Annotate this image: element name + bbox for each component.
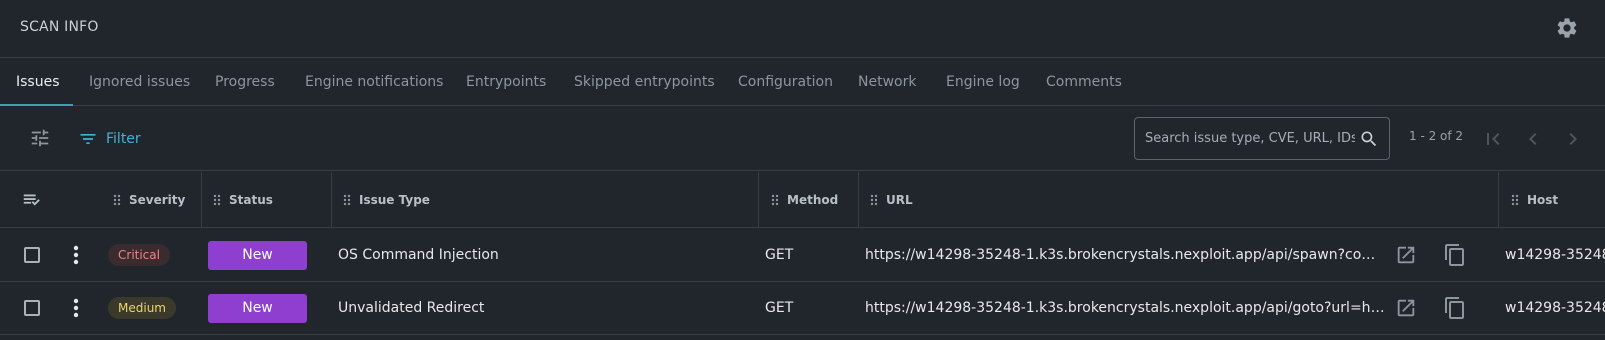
next-page-icon[interactable] xyxy=(1561,127,1585,151)
column-header-url[interactable]: URL xyxy=(870,172,913,228)
method-cell: GET xyxy=(765,247,794,263)
search-input[interactable] xyxy=(1145,118,1355,159)
first-page-icon[interactable] xyxy=(1481,127,1505,151)
scan-info-header: SCAN INFO xyxy=(0,0,1605,58)
drag-handle-icon[interactable] xyxy=(213,194,221,206)
select-all-icon[interactable] xyxy=(21,189,43,211)
search-box xyxy=(1134,117,1390,160)
tab-label: Issues xyxy=(16,74,60,90)
column-divider[interactable] xyxy=(331,172,332,228)
host-cell: w14298-35248 xyxy=(1505,300,1605,316)
table-row[interactable]: Medium New Unvalidated Redirect GET http… xyxy=(0,282,1605,335)
severity-badge: Medium xyxy=(108,297,176,319)
status-badge[interactable]: New xyxy=(208,241,307,270)
column-divider[interactable] xyxy=(858,172,859,228)
search-icon[interactable] xyxy=(1359,129,1379,149)
tab-ignored-issues[interactable]: Ignored issues xyxy=(89,58,190,106)
previous-page-icon[interactable] xyxy=(1521,127,1545,151)
column-divider[interactable] xyxy=(201,172,202,228)
url-cell[interactable]: https://w14298-35248-1.k3s.brokencrystal… xyxy=(865,282,1385,334)
more-vert-icon[interactable] xyxy=(72,243,80,267)
column-header-severity[interactable]: Severity xyxy=(113,172,185,228)
drag-handle-icon[interactable] xyxy=(771,194,779,206)
tab-configuration[interactable]: Configuration xyxy=(738,58,833,106)
gear-icon[interactable] xyxy=(1555,16,1579,40)
host-cell: w14298-35248 xyxy=(1505,247,1605,263)
page-title: SCAN INFO xyxy=(20,19,99,35)
tab-label: Engine log xyxy=(946,74,1020,90)
tab-issues[interactable]: Issues xyxy=(16,58,60,106)
method-cell: GET xyxy=(765,300,794,316)
tab-label: Configuration xyxy=(738,74,833,90)
tab-label: Engine notifications xyxy=(305,74,444,90)
column-label: Status xyxy=(229,193,273,207)
column-divider[interactable] xyxy=(758,172,759,228)
column-header-method[interactable]: Method xyxy=(771,172,838,228)
severity-badge: Critical xyxy=(108,244,170,266)
tab-label: Entrypoints xyxy=(466,74,547,90)
tab-engine-notifications[interactable]: Engine notifications xyxy=(305,58,443,106)
table-row[interactable]: Critical New OS Command Injection GET ht… xyxy=(0,229,1605,282)
issue-type-cell[interactable]: OS Command Injection xyxy=(338,229,499,281)
filter-icon xyxy=(80,134,96,144)
more-vert-icon[interactable] xyxy=(72,296,80,320)
table-header: Severity Status Issue Type Method URL Ho… xyxy=(0,172,1605,228)
drag-handle-icon[interactable] xyxy=(1511,194,1519,206)
tab-label: Ignored issues xyxy=(89,74,191,90)
copy-icon[interactable] xyxy=(1443,242,1467,268)
tab-network[interactable]: Network xyxy=(858,58,916,106)
tab-label: Network xyxy=(858,74,917,90)
open-in-new-icon[interactable] xyxy=(1395,297,1417,319)
copy-icon[interactable] xyxy=(1443,295,1467,321)
active-tab-indicator xyxy=(0,104,73,106)
column-label: Method xyxy=(787,193,839,207)
filter-button[interactable]: Filter xyxy=(78,127,141,151)
drag-handle-icon[interactable] xyxy=(870,194,878,206)
url-cell[interactable]: https://w14298-35248-1.k3s.brokencrystal… xyxy=(865,229,1385,281)
status-badge[interactable]: New xyxy=(208,294,307,323)
tune-icon[interactable] xyxy=(29,127,51,149)
tab-label: Skipped entrypoints xyxy=(574,74,715,90)
tab-skipped-entrypoints[interactable]: Skipped entrypoints xyxy=(574,58,715,106)
tab-label: Comments xyxy=(1046,74,1122,90)
column-divider[interactable] xyxy=(1498,172,1499,228)
url-text: https://w14298-35248-1.k3s.brokencrystal… xyxy=(865,247,1385,263)
tab-engine-log[interactable]: Engine log xyxy=(946,58,1020,106)
drag-handle-icon[interactable] xyxy=(343,194,351,206)
tab-progress[interactable]: Progress xyxy=(215,58,275,106)
tab-comments[interactable]: Comments xyxy=(1046,58,1122,106)
filter-label: Filter xyxy=(106,131,141,147)
column-label: Severity xyxy=(129,193,186,207)
column-header-issue-type[interactable]: Issue Type xyxy=(343,172,430,228)
tab-entrypoints[interactable]: Entrypoints xyxy=(466,58,546,106)
pagination-range: 1 - 2 of 2 xyxy=(1409,129,1464,143)
issue-type-cell[interactable]: Unvalidated Redirect xyxy=(338,282,484,334)
row-checkbox[interactable] xyxy=(24,247,40,263)
url-text: https://w14298-35248-1.k3s.brokencrystal… xyxy=(865,300,1385,316)
column-header-status[interactable]: Status xyxy=(213,172,273,228)
column-label: Issue Type xyxy=(359,193,430,207)
column-header-host[interactable]: Host xyxy=(1511,172,1558,228)
row-checkbox[interactable] xyxy=(24,300,40,316)
drag-handle-icon[interactable] xyxy=(113,194,121,206)
scan-tabs: Issues Ignored issues Progress Engine no… xyxy=(0,58,1605,106)
column-label: Host xyxy=(1527,193,1559,207)
tab-label: Progress xyxy=(215,74,275,90)
column-label: URL xyxy=(886,193,913,207)
issues-toolbar: Filter 1 - 2 of 2 xyxy=(0,107,1605,171)
open-in-new-icon[interactable] xyxy=(1395,244,1417,266)
